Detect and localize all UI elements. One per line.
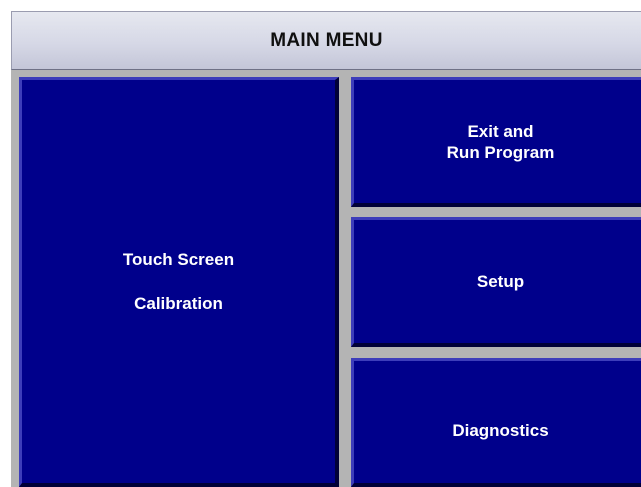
exit-label-line1: Exit and: [467, 121, 534, 141]
touch-screen-calibration-button[interactable]: Touch Screen Calibration: [19, 77, 339, 487]
exit-label-line2: Run Program: [446, 142, 555, 162]
setup-button[interactable]: Setup: [351, 217, 641, 347]
title-bar: MAIN MENU: [11, 11, 641, 70]
diagnostics-button[interactable]: Diagnostics: [351, 358, 641, 487]
hmi-screen: MAIN MENU Touch Screen Calibration Exit …: [11, 11, 641, 487]
setup-label: Setup: [476, 272, 525, 291]
calibration-label-line1: Touch Screen: [122, 250, 235, 269]
page-title: MAIN MENU: [270, 29, 383, 51]
exit-and-run-program-button[interactable]: Exit and Run Program: [351, 77, 641, 207]
diagnostics-label: Diagnostics: [452, 420, 549, 440]
calibration-label-line2: Calibration: [134, 294, 223, 313]
